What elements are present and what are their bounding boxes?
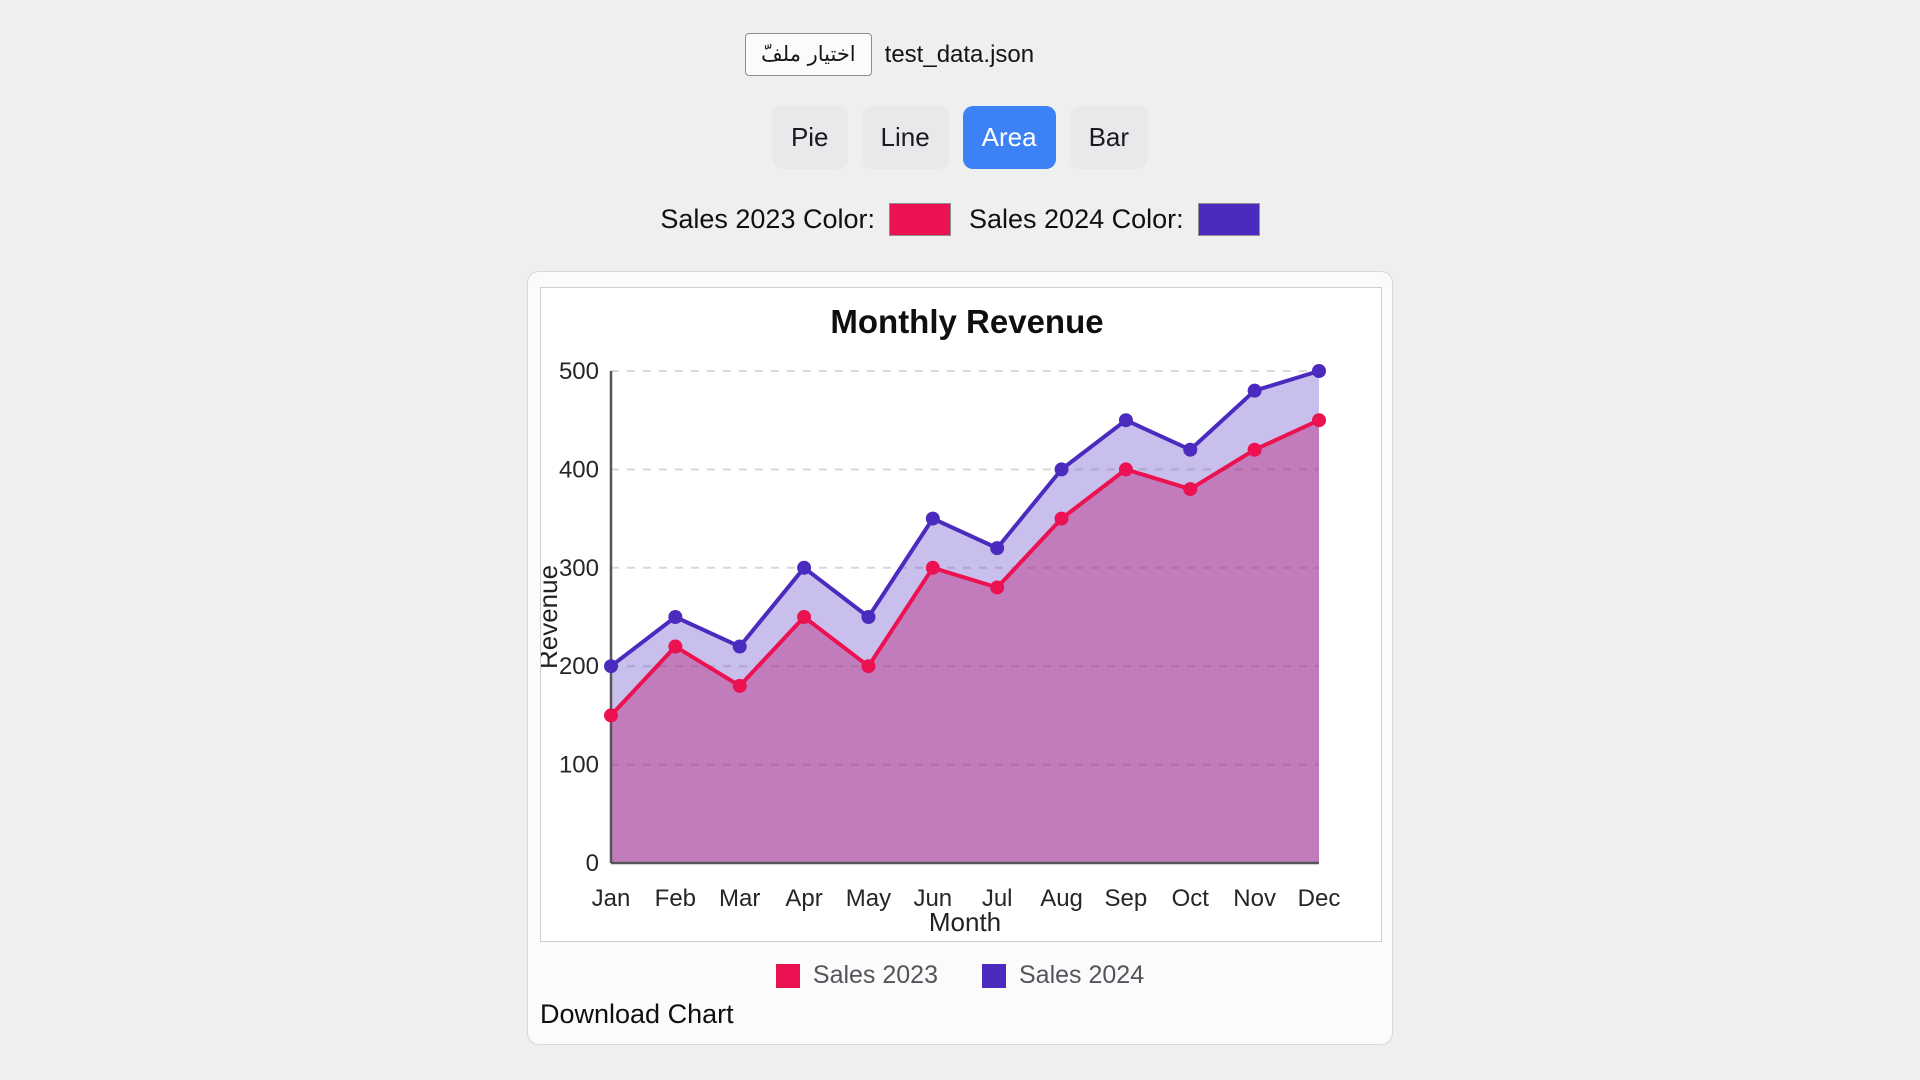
series-color-label: Sales 2023 Color: [660, 204, 875, 235]
svg-text:Month: Month [929, 907, 1001, 937]
svg-text:500: 500 [559, 358, 599, 385]
legend-item-sales-2024[interactable]: Sales 2024 [982, 961, 1144, 990]
file-input-row: اختيار ملفّ test_data.json [745, 33, 1175, 76]
chart-type-buttons: PieLineAreaBar [0, 106, 1920, 169]
chart-type-button-pie[interactable]: Pie [772, 106, 848, 169]
chart-type-button-line[interactable]: Line [862, 106, 949, 169]
series-color-pickers: Sales 2023 Color: Sales 2024 Color: [0, 203, 1920, 236]
svg-text:Feb: Feb [655, 885, 696, 912]
color-picker-group-1: Sales 2024 Color: [969, 203, 1260, 236]
chart-type-button-bar[interactable]: Bar [1070, 106, 1148, 169]
chart-app: اختيار ملفّ test_data.json PieLineAreaBa… [0, 0, 1920, 1080]
legend-item-sales-2023[interactable]: Sales 2023 [776, 961, 938, 990]
color-swatch-input-0[interactable] [889, 203, 951, 236]
legend-swatch [776, 964, 800, 988]
svg-text:200: 200 [559, 653, 599, 680]
color-picker-group-0: Sales 2023 Color: [660, 203, 951, 236]
download-chart-link[interactable]: Download Chart [540, 999, 734, 1030]
svg-text:300: 300 [559, 555, 599, 582]
chart-type-button-area[interactable]: Area [963, 106, 1056, 169]
svg-text:0: 0 [586, 850, 599, 877]
legend-label: Sales 2024 [1019, 961, 1144, 990]
svg-text:Revenue: Revenue [541, 565, 563, 669]
svg-text:Nov: Nov [1233, 885, 1276, 912]
svg-text:400: 400 [559, 457, 599, 484]
svg-text:Mar: Mar [719, 885, 760, 912]
svg-text:May: May [846, 885, 891, 912]
chart-card: 0100200300400500JanFebMarAprMayJunJulAug… [527, 271, 1393, 1045]
svg-text:Monthly Revenue: Monthly Revenue [830, 303, 1103, 340]
chart-legend: Sales 2023 Sales 2024 [540, 961, 1380, 990]
svg-text:Oct: Oct [1172, 885, 1210, 912]
area-chart-svg: 0100200300400500JanFebMarAprMayJunJulAug… [541, 288, 1381, 941]
svg-text:Jan: Jan [592, 885, 631, 912]
svg-text:Apr: Apr [785, 885, 822, 912]
file-name-text: test_data.json [885, 41, 1034, 69]
color-swatch-input-1[interactable] [1198, 203, 1260, 236]
file-choose-button[interactable]: اختيار ملفّ [745, 33, 872, 76]
svg-text:Aug: Aug [1040, 885, 1083, 912]
chart-canvas: 0100200300400500JanFebMarAprMayJunJulAug… [540, 287, 1382, 942]
svg-text:Sep: Sep [1105, 885, 1148, 912]
series-color-label: Sales 2024 Color: [969, 204, 1184, 235]
svg-text:100: 100 [559, 752, 599, 779]
legend-label: Sales 2023 [813, 961, 938, 990]
legend-swatch [982, 964, 1006, 988]
svg-text:Dec: Dec [1298, 885, 1341, 912]
